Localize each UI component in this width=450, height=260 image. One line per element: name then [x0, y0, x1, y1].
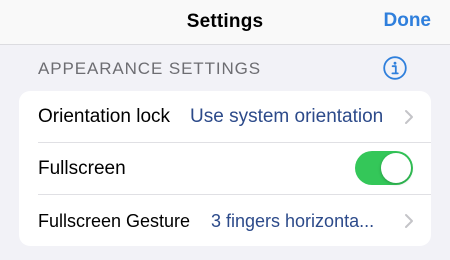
- fullscreen-gesture-label: Fullscreen Gesture: [38, 211, 191, 231]
- appearance-settings-card: Orientation lock Use system orientation …: [19, 91, 431, 246]
- fullscreen-gesture-row[interactable]: Fullscreen Gesture 3 fingers horizonta..…: [19, 195, 431, 246]
- page-title: Settings: [186, 11, 264, 32]
- section-header: APPEARANCE SETTINGS: [38, 59, 262, 78]
- orientation-lock-value: Use system orientation: [190, 106, 384, 127]
- chevron-right-icon: [405, 110, 413, 124]
- toggle-knob: [381, 153, 411, 183]
- info-button[interactable]: [383, 56, 407, 80]
- orientation-lock-label: Orientation lock: [38, 106, 171, 127]
- navigation-bar: Settings Done: [0, 0, 450, 45]
- fullscreen-toggle[interactable]: [355, 151, 413, 185]
- chevron-right-icon: [405, 214, 413, 228]
- fullscreen-gesture-value: 3 fingers horizonta...: [211, 211, 375, 231]
- done-button[interactable]: Done: [384, 10, 432, 32]
- orientation-lock-row[interactable]: Orientation lock Use system orientation: [19, 91, 431, 142]
- fullscreen-row: Fullscreen: [19, 143, 431, 194]
- info-circle-icon: [383, 56, 407, 80]
- fullscreen-label: Fullscreen: [38, 158, 126, 179]
